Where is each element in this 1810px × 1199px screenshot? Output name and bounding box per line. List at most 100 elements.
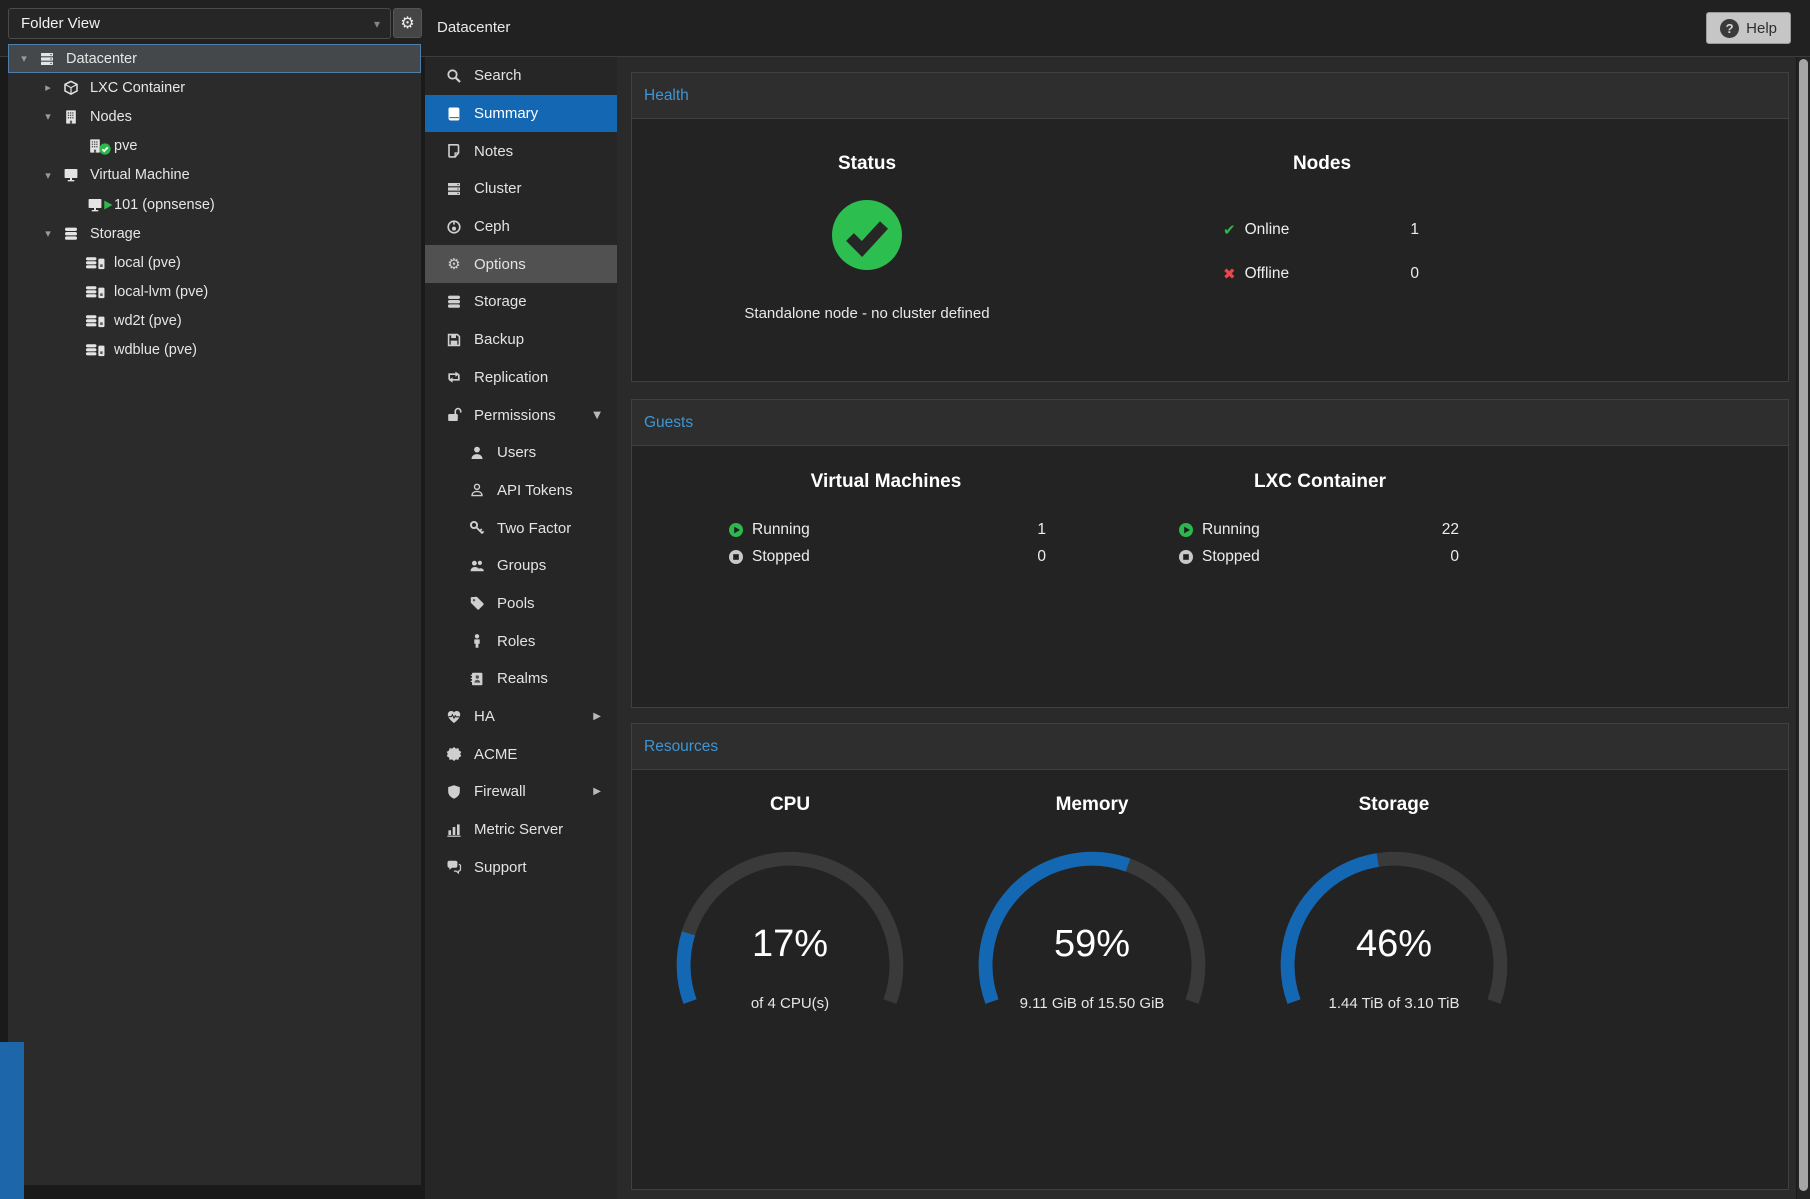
gauge-cpu: CPU17%of 4 CPU(s) bbox=[645, 770, 935, 1100]
check-icon: ✔ bbox=[1223, 221, 1236, 239]
tree-item-lxc-container[interactable]: ▸LXC Container bbox=[8, 73, 421, 102]
gauge-subtext: of 4 CPU(s) bbox=[645, 995, 935, 1012]
storage-drive-icon bbox=[84, 313, 106, 329]
lxc-running-row: Running22 bbox=[1178, 516, 1459, 543]
nav-item-label: Pools bbox=[497, 595, 535, 612]
tree-item-local-lvm-pve[interactable]: local-lvm (pve) bbox=[8, 278, 421, 307]
nav-item-label: Notes bbox=[474, 143, 513, 160]
help-button[interactable]: ? Help bbox=[1706, 12, 1791, 44]
nav-item-groups[interactable]: Groups bbox=[425, 547, 617, 585]
chevron-down-icon[interactable]: ▾ bbox=[42, 169, 54, 182]
bar-chart-icon bbox=[445, 822, 463, 838]
chevron-down-icon[interactable]: ▾ bbox=[18, 52, 30, 65]
nav-item-replication[interactable]: Replication bbox=[425, 359, 617, 397]
nav-item-firewall[interactable]: Firewall ▶ bbox=[425, 773, 617, 811]
tree-settings-button[interactable]: ⚙ bbox=[393, 8, 422, 38]
view-mode-label: Folder View bbox=[21, 15, 100, 32]
tree-item-label: local-lvm (pve) bbox=[114, 284, 208, 300]
status-ok-icon bbox=[831, 199, 903, 271]
tree-item-label: Datacenter bbox=[66, 51, 137, 67]
nav-item-label: Firewall bbox=[474, 783, 526, 800]
guest-count-value: 0 bbox=[1037, 548, 1046, 566]
nav-item-options[interactable]: ⚙Options bbox=[425, 245, 617, 283]
nav-item-roles[interactable]: Roles bbox=[425, 622, 617, 660]
nav-item-two-factor[interactable]: Two Factor bbox=[425, 509, 617, 547]
guest-state-label: Running bbox=[1202, 521, 1260, 539]
nav-item-permissions[interactable]: Permissions▼ bbox=[425, 396, 617, 434]
node-status-label: Offline bbox=[1245, 265, 1290, 283]
address-book-icon bbox=[468, 671, 486, 687]
nav-item-label: Cluster bbox=[474, 180, 522, 197]
nav-item-cluster[interactable]: Cluster bbox=[425, 170, 617, 208]
nav-item-pools[interactable]: Pools bbox=[425, 585, 617, 623]
nav-item-acme[interactable]: ACME bbox=[425, 735, 617, 773]
nav-item-label: Backup bbox=[474, 331, 524, 348]
nav-item-storage[interactable]: Storage bbox=[425, 283, 617, 321]
chevron-right-icon[interactable]: ▸ bbox=[42, 81, 54, 94]
resource-tree: ▾ Datacenter ▸LXC Container▾Nodespve▾Virtu… bbox=[8, 44, 421, 1185]
cube-icon bbox=[60, 80, 82, 96]
tree-item-label: wd2t (pve) bbox=[114, 313, 182, 329]
question-icon: ? bbox=[1720, 19, 1739, 38]
comments-icon bbox=[445, 859, 463, 875]
scrollbar-thumb[interactable] bbox=[1799, 59, 1808, 1191]
chevron-down-icon[interactable]: ▾ bbox=[42, 227, 54, 240]
vertical-scrollbar[interactable] bbox=[1797, 57, 1810, 1199]
node-status-label: Online bbox=[1245, 221, 1290, 239]
nav-item-label: Permissions bbox=[474, 407, 556, 424]
health-title: Health bbox=[644, 87, 689, 104]
nav-item-label: Replication bbox=[474, 369, 548, 386]
guest-state-label: Stopped bbox=[752, 548, 810, 566]
nav-item-search[interactable]: Search bbox=[425, 57, 617, 95]
unlock-icon bbox=[445, 407, 463, 423]
tree-item-pve[interactable]: pve bbox=[8, 132, 421, 161]
guests-title: Guests bbox=[644, 414, 693, 431]
nav-item-label: Groups bbox=[497, 557, 546, 574]
tree-item-local-pve[interactable]: local (pve) bbox=[8, 248, 421, 277]
nav-item-metric-server[interactable]: Metric Server bbox=[425, 811, 617, 849]
nav-item-notes[interactable]: Notes bbox=[425, 132, 617, 170]
guest-state-label: Running bbox=[752, 521, 810, 539]
building-icon bbox=[84, 138, 106, 154]
note-icon bbox=[445, 143, 463, 159]
nav-item-label: Summary bbox=[474, 105, 538, 122]
gear-icon: ⚙ bbox=[445, 257, 463, 272]
proxmox-app: Folder View ▾ ⚙ Datacenter ? Help ▾ Datac… bbox=[0, 0, 1810, 1199]
nav-item-label: Realms bbox=[497, 670, 548, 687]
gauge-percent: 59% bbox=[947, 916, 1237, 972]
nav-item-ha[interactable]: HA▶ bbox=[425, 698, 617, 736]
nav-item-realms[interactable]: Realms bbox=[425, 660, 617, 698]
resources-panel: Resources CPU17%of 4 CPU(s)Memory59%9.11… bbox=[631, 723, 1789, 1190]
nav-item-support[interactable]: Support bbox=[425, 848, 617, 886]
ceph-icon bbox=[445, 219, 463, 235]
nav-item-label: API Tokens bbox=[497, 482, 573, 499]
replication-icon bbox=[445, 369, 463, 385]
nav-item-label: Metric Server bbox=[474, 821, 563, 838]
tree-item-storage[interactable]: ▾Storage bbox=[8, 219, 421, 248]
tree-item-wdblue-pve[interactable]: wdblue (pve) bbox=[8, 336, 421, 365]
nav-item-summary[interactable]: Summary bbox=[425, 95, 617, 133]
nav-item-backup[interactable]: Backup bbox=[425, 321, 617, 359]
nav-item-ceph[interactable]: Ceph bbox=[425, 208, 617, 246]
expand-right-icon: ▶ bbox=[593, 786, 601, 797]
view-mode-select[interactable]: Folder View ▾ bbox=[8, 8, 391, 39]
building-icon bbox=[60, 109, 82, 125]
tree-item-wd2t-pve[interactable]: wd2t (pve) bbox=[8, 307, 421, 336]
chevron-down-icon[interactable]: ▾ bbox=[42, 110, 54, 123]
tree-item-datacenter[interactable]: ▾ Datacenter bbox=[8, 44, 421, 73]
collapsed-panel-marker[interactable] bbox=[0, 1042, 24, 1199]
tree-item-virtual-machine[interactable]: ▾Virtual Machine bbox=[8, 161, 421, 190]
health-panel: Health Status Standalone node - no clust… bbox=[631, 72, 1789, 382]
guests-panel-header: Guests bbox=[632, 400, 1788, 446]
certificate-icon bbox=[445, 746, 463, 762]
nav-item-api-tokens[interactable]: API Tokens bbox=[425, 472, 617, 510]
node-status-value: 0 bbox=[1410, 265, 1419, 283]
book-icon bbox=[445, 106, 463, 122]
monitor-icon bbox=[84, 197, 106, 213]
tree-item-nodes[interactable]: ▾Nodes bbox=[8, 102, 421, 131]
tree-item-101-opnsense[interactable]: 101 (opnsense) bbox=[8, 190, 421, 219]
stop-circle-icon bbox=[1178, 549, 1194, 565]
nav-item-users[interactable]: Users bbox=[425, 434, 617, 472]
storage-drive-icon bbox=[84, 255, 106, 271]
gauge-subtext: 1.44 TiB of 3.10 TiB bbox=[1249, 995, 1539, 1012]
